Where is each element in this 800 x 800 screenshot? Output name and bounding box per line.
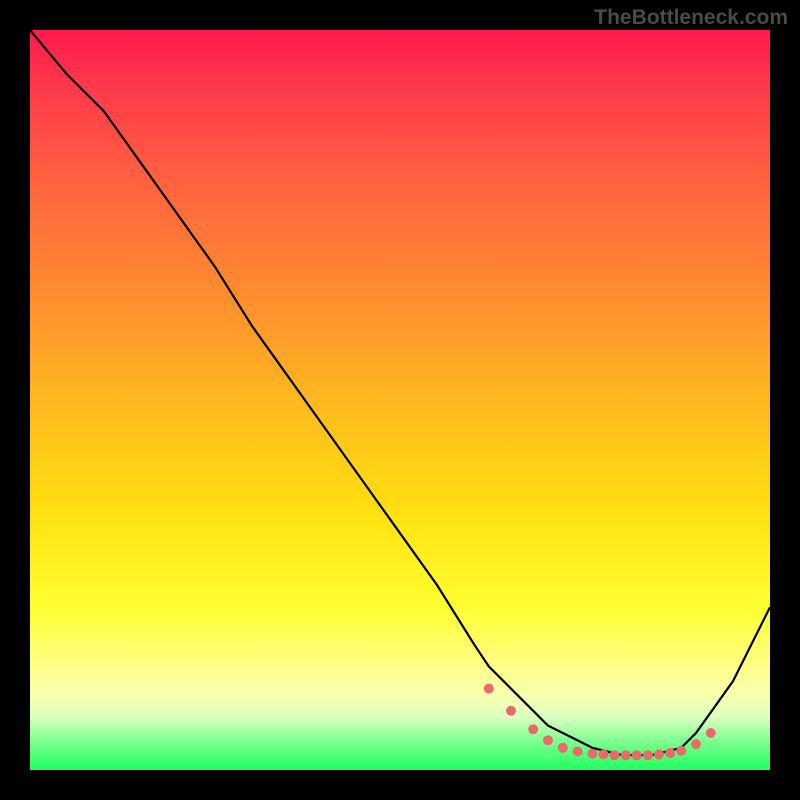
chart-marker [558,743,568,753]
chart-marker [610,750,620,760]
chart-marker [528,724,538,734]
chart-marker [599,749,609,759]
chart-plot-area [30,30,770,770]
chart-marker [506,706,516,716]
chart-svg-overlay [30,30,770,770]
chart-marker [643,750,653,760]
chart-marker [573,747,583,757]
chart-marker [676,746,686,756]
watermark-text: TheBottleneck.com [594,6,788,30]
chart-marker [632,750,642,760]
chart-marker [543,735,553,745]
chart-marker [706,728,716,738]
chart-marker [621,750,631,760]
chart-marker [484,684,494,694]
chart-marker [587,749,597,759]
chart-marker [654,749,664,759]
chart-marker [691,739,701,749]
chart-curve [30,30,770,755]
chart-marker [665,748,675,758]
